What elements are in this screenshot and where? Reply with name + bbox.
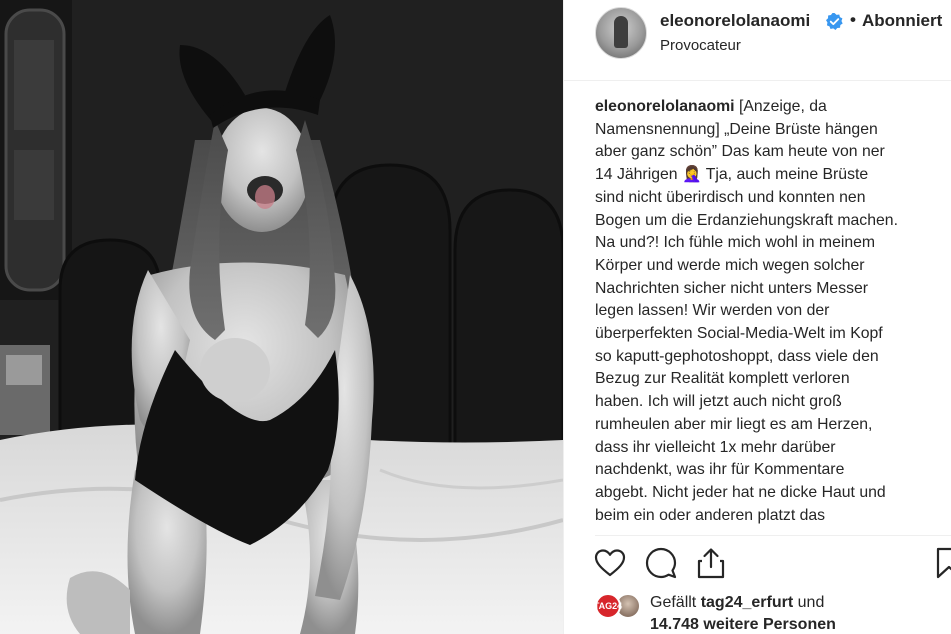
caption-line: dass ihr vielleicht 1x mehr darüber <box>595 438 836 456</box>
heart-icon[interactable] <box>593 546 627 580</box>
caption-line: Bogen um die Erdanziehungskraft machen. <box>595 211 898 229</box>
caption-line: haben. Ich will jetzt auch nicht groß <box>595 393 842 411</box>
username-link[interactable]: eleonorelolanaomi <box>660 11 810 31</box>
likes-text: Gefällt tag24_erfurt und 14.748 weitere … <box>650 592 836 634</box>
likes-count-link[interactable]: 14.748 weitere Personen <box>650 616 836 633</box>
caption-line: beim ein oder anderen platzt das <box>595 506 826 524</box>
likes-summary: TAG24 Gefällt tag24_erfurt und 14.748 we… <box>594 590 951 634</box>
caption-line: aber ganz schön” Das kam heute von ner <box>595 143 885 161</box>
verified-badge-icon <box>826 13 843 30</box>
caption-line: überperfekten Social-Media-Welt im Kopf <box>595 325 883 343</box>
post-actions <box>564 546 951 586</box>
likes-conjunction: und <box>797 594 825 611</box>
caption-line: rumheulen aber mir liegt es am Herzen, <box>595 415 873 433</box>
caption-line: Bezug zur Realität komplett verloren <box>595 370 850 388</box>
bookmark-icon[interactable] <box>932 546 951 580</box>
post-header: eleonorelolanaomi • Abonniert Provocateu… <box>564 0 951 81</box>
caption-username-link[interactable]: eleonorelolanaomi <box>595 98 735 115</box>
caption-line: so kaputt-gephotoshoppt, dass viele den <box>595 347 879 365</box>
caption-line: sind nicht überirdisch und konnten nen <box>595 188 866 206</box>
avatar-figure <box>614 16 628 48</box>
follow-status-button[interactable]: Abonniert <box>862 11 942 31</box>
actions-divider <box>595 535 951 536</box>
caption-line: nachdenkt, was ihr für Kommentare <box>595 461 845 479</box>
post-details-panel: eleonorelolanaomi • Abonniert Provocateu… <box>563 0 951 634</box>
share-icon[interactable] <box>694 546 728 580</box>
header-separator: • <box>850 10 856 29</box>
post-photo-image <box>0 0 563 634</box>
post-photo[interactable] <box>0 0 563 634</box>
caption-line: Na und?! Ich fühle mich wohl in meinem <box>595 234 876 252</box>
caption-line: 14 Jährigen 🤦‍♀️ Tja, auch meine Brüste <box>595 166 869 184</box>
avatar[interactable] <box>595 7 647 59</box>
caption-line: Namensnennung] „Deine Brüste hängen <box>595 120 878 138</box>
caption-line: legen lassen! Wir werden von der <box>595 302 830 320</box>
post-caption: eleonorelolanaomi [Anzeige, da Namensnen… <box>595 96 951 534</box>
likes-prefix: Gefällt <box>650 594 697 611</box>
caption-line: abgebt. Nicht jeder hat ne dicke Haut un… <box>595 483 886 501</box>
caption-line: eleonorelolanaomi [Anzeige, da <box>595 98 827 115</box>
liker-avatar[interactable]: TAG24 <box>594 593 622 619</box>
location-link[interactable]: Provocateur <box>660 37 741 54</box>
caption-line: Nachrichten sicher nicht unters Messer <box>595 279 869 297</box>
caption-line: Körper und werde mich wegen solcher <box>595 256 865 274</box>
comment-bubble-icon[interactable] <box>644 546 678 580</box>
liker-username-link[interactable]: tag24_erfurt <box>701 594 793 611</box>
